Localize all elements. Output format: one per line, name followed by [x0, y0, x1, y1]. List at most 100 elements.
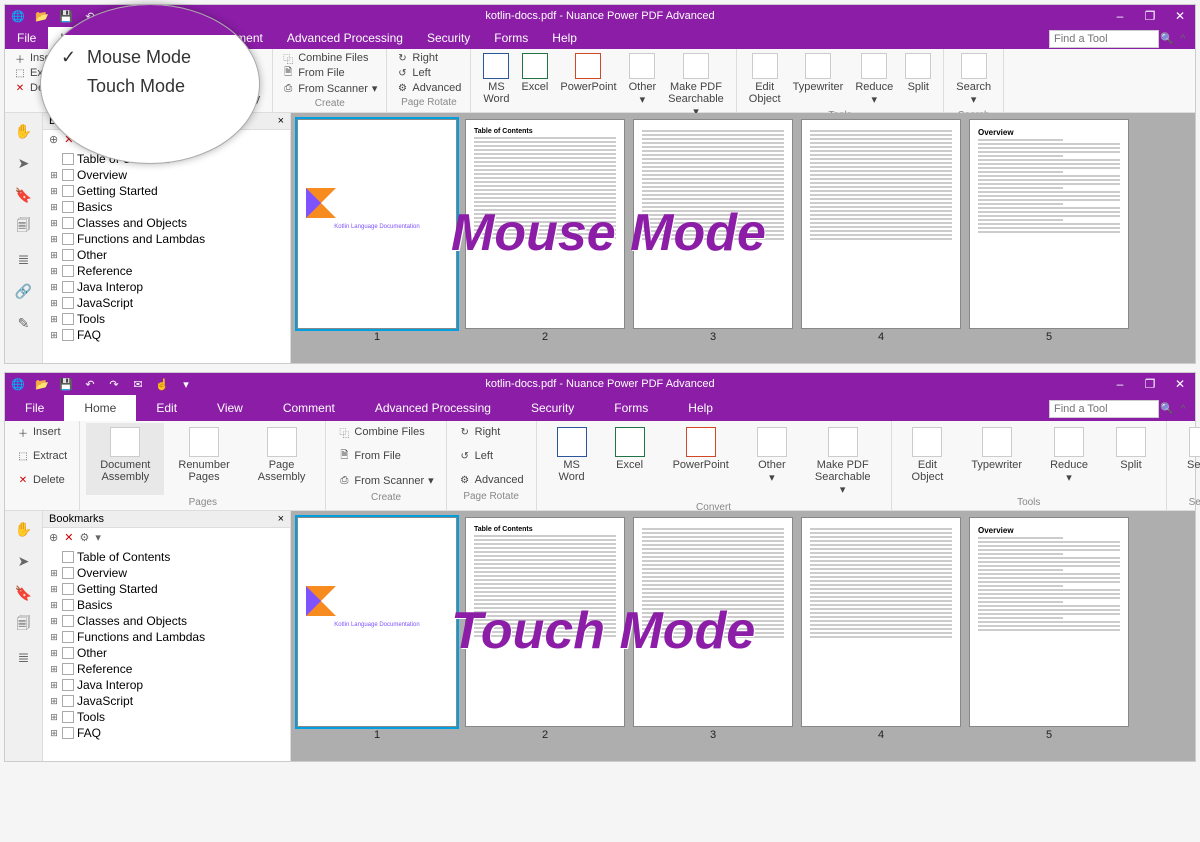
bookmark-item[interactable]: ⊞Functions and Lambdas	[43, 231, 290, 247]
expand-icon[interactable]: ⊞	[49, 250, 59, 261]
to-other-button[interactable]: Other ▾	[743, 423, 801, 500]
bookmark-item[interactable]: ⊞Other	[43, 645, 290, 661]
menu-edit[interactable]: Edit	[136, 395, 197, 421]
panel-close-icon[interactable]: ×	[278, 115, 284, 127]
reduce-button[interactable]: Reduce ▾	[849, 51, 899, 108]
undo-icon[interactable]: ↶	[83, 377, 97, 391]
to-ppt-button[interactable]: PowerPoint	[659, 423, 743, 500]
expand-icon[interactable]: ⊞	[49, 202, 59, 213]
expand-icon[interactable]: ⊞	[49, 330, 59, 341]
page-thumbnail[interactable]: Table of Contents2	[465, 119, 625, 357]
search-button[interactable]: Search ▾	[1173, 423, 1200, 495]
page-thumbnail[interactable]: Overview5	[969, 119, 1129, 357]
zoom-option-touch[interactable]: Touch Mode	[41, 72, 259, 101]
bookmark-item[interactable]: ⊞Getting Started	[43, 581, 290, 597]
menu-file[interactable]: File	[5, 27, 48, 49]
sign-tool-icon[interactable]: ✎	[14, 313, 34, 333]
bookmark-item[interactable]: ⊞Reference	[43, 263, 290, 279]
hand-tool-icon[interactable]: ✋	[14, 121, 34, 141]
bm-del-icon[interactable]: ✕	[64, 531, 73, 544]
to-excel-button[interactable]: Excel	[515, 51, 554, 120]
make-searchable-button[interactable]: Make PDF Searchable ▾	[662, 51, 730, 120]
expand-icon[interactable]: ⊞	[49, 680, 59, 691]
rotate-adv-button[interactable]: ⚙Advanced	[393, 81, 464, 95]
edit-object-button[interactable]: Edit Object	[898, 423, 958, 495]
save-icon[interactable]: 💾	[59, 377, 73, 391]
maximize-button[interactable]: ❐	[1135, 377, 1165, 391]
bookmark-item[interactable]: ⊞Java Interop	[43, 677, 290, 693]
combine-button[interactable]: ⿻Combine Files	[332, 423, 439, 441]
page-thumbnail[interactable]: 4	[801, 119, 961, 357]
qat-dropdown-icon[interactable]: ▾	[179, 377, 193, 391]
page-thumbnail[interactable]: 3	[633, 517, 793, 755]
expand-icon[interactable]: ⊞	[49, 616, 59, 627]
bm-opt-icon[interactable]: ⚙	[79, 531, 89, 544]
menu-advanced-processing[interactable]: Advanced Processing	[355, 395, 511, 421]
renumber-button[interactable]: Renumber Pages	[164, 423, 243, 495]
to-word-button[interactable]: MS Word	[477, 51, 515, 120]
layers-tool-icon[interactable]: ≣	[14, 249, 34, 269]
bookmark-tool-icon[interactable]: 🔖	[14, 185, 34, 205]
open-icon[interactable]: 📂	[35, 9, 49, 23]
expand-icon[interactable]: ⊞	[49, 234, 59, 245]
fromscan-button[interactable]: ⎙From Scanner ▾	[332, 471, 439, 490]
rotate-adv-button[interactable]: ⚙Advanced	[453, 471, 530, 489]
expand-icon[interactable]: ⊞	[49, 298, 59, 309]
ribbon-collapse-icon[interactable]: ^	[1175, 403, 1191, 415]
insert-button[interactable]: ＋Insert	[11, 423, 73, 441]
find-input[interactable]	[1049, 400, 1159, 418]
close-button[interactable]: ✕	[1165, 377, 1195, 391]
menu-comment[interactable]: Comment	[263, 395, 355, 421]
rotate-right-button[interactable]: ↻Right	[393, 51, 464, 65]
bookmark-item[interactable]: ⊞Getting Started	[43, 183, 290, 199]
extract-button[interactable]: ⬚Extract	[11, 447, 73, 465]
bookmark-item[interactable]: Table of Contents	[43, 549, 290, 565]
expand-icon[interactable]: ⊞	[49, 314, 59, 325]
expand-icon[interactable]: ⊞	[49, 648, 59, 659]
make-searchable-button[interactable]: Make PDF Searchable ▾	[801, 423, 885, 500]
page-thumbnail[interactable]: Kotlin Language Documentation1	[297, 119, 457, 357]
expand-icon[interactable]: ⊞	[49, 664, 59, 675]
menu-forms[interactable]: Forms	[482, 27, 540, 49]
menu-forms[interactable]: Forms	[594, 395, 668, 421]
expand-icon[interactable]: ⊞	[49, 712, 59, 723]
fromfile-button[interactable]: 🗎From File	[332, 447, 439, 465]
bookmark-item[interactable]: ⊞Overview	[43, 565, 290, 581]
to-other-button[interactable]: Other ▾	[623, 51, 663, 120]
touch-toggle-icon[interactable]: ☝	[155, 377, 169, 391]
ribbon-collapse-icon[interactable]: ^	[1175, 33, 1191, 45]
bookmark-item[interactable]: ⊞FAQ	[43, 725, 290, 741]
pages-tool-icon[interactable]: 🗐	[14, 615, 34, 635]
menu-home[interactable]: Home	[64, 395, 136, 421]
fromfile-button[interactable]: 🗎From File	[279, 66, 380, 80]
open-icon[interactable]: 📂	[35, 377, 49, 391]
split-button[interactable]: Split	[899, 51, 937, 108]
combine-button[interactable]: ⿻Combine Files	[279, 51, 380, 65]
expand-icon[interactable]: ⊞	[49, 266, 59, 277]
globe-icon[interactable]: 🌐	[11, 377, 25, 391]
minimize-button[interactable]: –	[1105, 9, 1135, 23]
doc-assembly-button[interactable]: Document Assembly	[86, 423, 164, 495]
bm-more-icon[interactable]: ▾	[95, 531, 101, 544]
bm-add-icon[interactable]: ⊕	[49, 531, 58, 544]
bookmark-item[interactable]: ⊞Functions and Lambdas	[43, 629, 290, 645]
zoom-option-mouse[interactable]: ✓ Mouse Mode	[41, 43, 259, 72]
edit-object-button[interactable]: Edit Object	[743, 51, 787, 108]
bookmark-item[interactable]: ⊞Basics	[43, 199, 290, 215]
bookmark-item[interactable]: ⊞Other	[43, 247, 290, 263]
rotate-right-button[interactable]: ↻Right	[453, 423, 530, 441]
bookmark-item[interactable]: ⊞JavaScript	[43, 693, 290, 709]
arrow-tool-icon[interactable]: ➤	[14, 153, 34, 173]
find-go-icon[interactable]: 🔍	[1159, 32, 1175, 45]
menu-view[interactable]: View	[197, 395, 263, 421]
menu-file[interactable]: File	[5, 395, 64, 421]
minimize-button[interactable]: –	[1105, 377, 1135, 391]
bookmark-tool-icon[interactable]: 🔖	[14, 583, 34, 603]
expand-icon[interactable]: ⊞	[49, 186, 59, 197]
maximize-button[interactable]: ❐	[1135, 9, 1165, 23]
bookmark-item[interactable]: ⊞Tools	[43, 709, 290, 725]
bookmark-item[interactable]: ⊞Java Interop	[43, 279, 290, 295]
bookmark-item[interactable]: ⊞Classes and Objects	[43, 215, 290, 231]
menu-help[interactable]: Help	[668, 395, 733, 421]
page-thumbnail[interactable]: Table of Contents2	[465, 517, 625, 755]
